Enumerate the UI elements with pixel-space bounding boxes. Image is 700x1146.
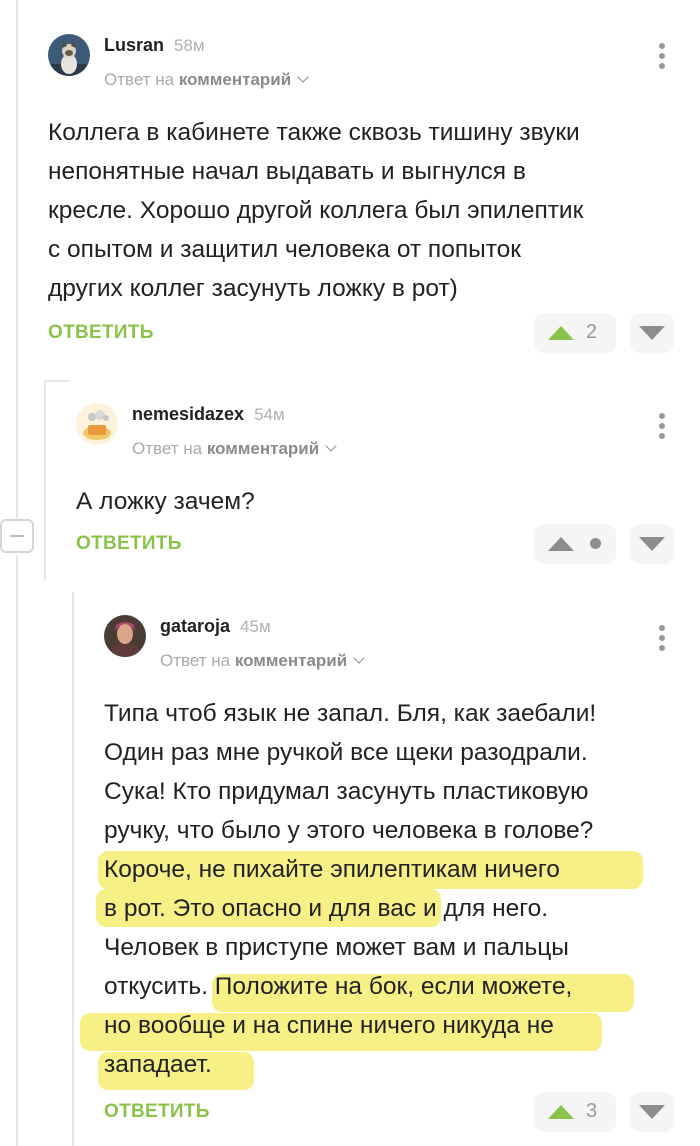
comment-nemesidazex: nemesidazex 54м Ответ на комментарий А ло… [76,403,688,573]
downvote-button[interactable] [630,524,674,564]
reply-to-link[interactable]: Ответ на комментарий [104,70,309,90]
rating-count: 2 [586,321,598,343]
comment-text: Коллега в кабинете также сквозь тишину з… [48,119,584,302]
thread-branch [44,380,70,382]
reply-to-link[interactable]: Ответ на комментарий [160,651,365,671]
username[interactable]: gataroja 45м [160,616,271,637]
comment-time: 58м [174,36,205,55]
reply-target: комментарий [178,70,292,89]
reply-prefix: Ответ на [104,70,175,89]
downvote-arrow-icon [639,326,665,340]
comment-time: 54м [254,405,285,424]
reply-prefix: Ответ на [132,439,203,458]
reply-to-link[interactable]: Ответ на комментарий [132,439,337,459]
reply-button[interactable]: ОТВЕТИТЬ [104,1101,210,1123]
rating-count: 3 [586,1100,598,1122]
upvote-arrow-icon [548,326,574,340]
downvote-button[interactable] [630,313,674,353]
cat-avatar[interactable] [48,34,90,76]
more-options-icon[interactable] [659,43,665,71]
thread-line [44,380,46,580]
downvote-arrow-icon [639,1105,665,1119]
more-options-icon[interactable] [659,413,665,441]
comment-lusran: Lusran 58м Ответ на комментарий Коллега в… [48,34,688,364]
comment-time: 45м [240,617,271,636]
more-options-icon[interactable] [659,625,665,653]
thread-line [16,0,18,518]
chevron-down-icon [353,652,365,664]
upvote-arrow-icon [548,537,574,551]
username[interactable]: nemesidazex 54м [132,404,285,425]
upvote-button[interactable]: 2 [534,313,616,353]
reply-target: комментарий [206,439,320,458]
reply-target: комментарий [234,651,348,670]
reply-button[interactable]: ОТВЕТИТЬ [76,533,182,555]
username[interactable]: Lusran 58м [104,35,205,56]
downvote-button[interactable] [630,1092,674,1132]
upvote-button[interactable]: 3 [534,1092,616,1132]
chevron-down-icon [297,71,309,83]
reply-button[interactable]: ОТВЕТИТЬ [48,322,154,344]
woman-avatar[interactable] [104,615,146,657]
downvote-arrow-icon [639,537,665,551]
reply-prefix: Ответ на [160,651,231,670]
upvote-button[interactable] [534,524,616,564]
thread-line [16,555,18,1146]
neutral-rating-dot [590,538,601,549]
cartoon-avatar[interactable] [76,403,118,445]
chevron-down-icon [325,440,337,452]
comment-text: Типа чтоб язык не запал. Бля, как заебал… [104,700,597,1078]
thread-line [72,592,74,1146]
comment-gataroja: gataroja 45м Ответ на комментарий Типа чт… [80,615,688,1140]
comment-text: А ложку зачем? [76,488,255,515]
collapse-thread-button[interactable] [0,519,34,553]
upvote-arrow-icon [548,1105,574,1119]
